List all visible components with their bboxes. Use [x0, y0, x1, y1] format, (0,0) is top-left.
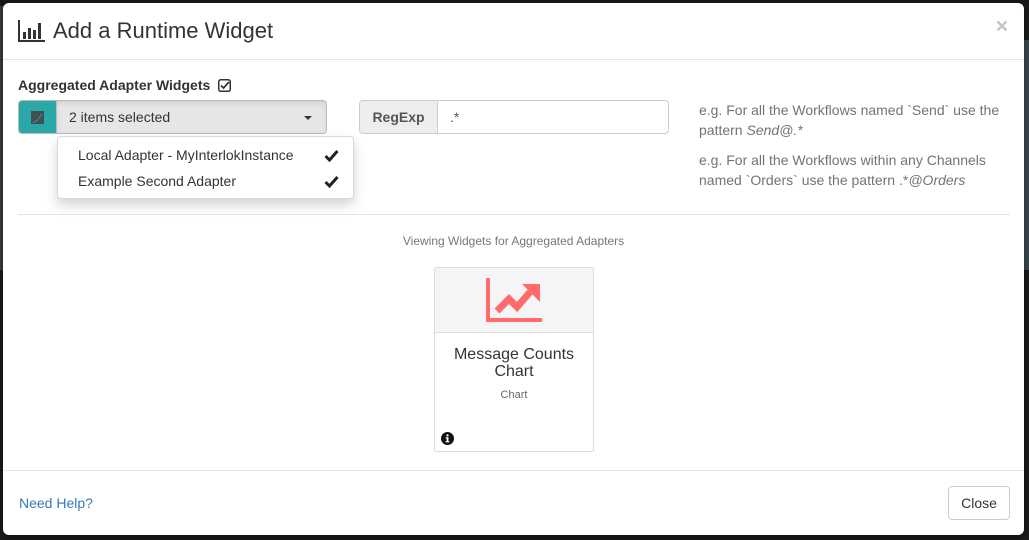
section-divider [18, 214, 1010, 215]
widget-card-message-counts-chart[interactable]: Message Counts Chart Chart [434, 267, 594, 452]
adapter-option-label: Local Adapter - MyInterlokInstance [78, 147, 294, 163]
modal-title-text: Add a Runtime Widget [53, 18, 274, 43]
viewing-widgets-label: Viewing Widgets for Aggregated Adapters [402, 234, 625, 248]
close-button[interactable]: Close [948, 486, 1010, 520]
help-example-1-text: e.g. For all the Workflows named `Send` … [699, 102, 1000, 138]
regexp-input[interactable] [438, 101, 668, 133]
widget-title: Message Counts Chart [453, 346, 575, 380]
adapter-icon [31, 110, 44, 124]
regexp-help-text: e.g. For all the Workflows named `Send` … [699, 100, 1015, 200]
close-icon[interactable]: × [996, 16, 1008, 37]
caret-down-icon [304, 116, 312, 120]
adapter-option-label: Example Second Adapter [78, 173, 236, 189]
check-square-icon[interactable] [218, 78, 232, 92]
modal-body: Aggregated Adapter Widgets 2 items selec… [3, 60, 1024, 470]
widget-type: Chart [500, 389, 528, 401]
adapter-dropdown-menu: Local Adapter - MyInterlokInstance Examp… [57, 136, 354, 199]
need-help-link[interactable]: Need Help? [19, 495, 93, 511]
modal-header: Add a Runtime Widget × [3, 3, 1024, 60]
adapter-select-button[interactable]: 2 items selected [57, 101, 326, 133]
info-circle-icon[interactable] [441, 432, 454, 445]
widget-card-icon-area [435, 268, 593, 333]
help-example-2: e.g. For all the Workflows within any Ch… [699, 150, 1015, 190]
add-widget-modal: Add a Runtime Widget × Aggregated Adapte… [3, 3, 1024, 535]
help-example-2-pattern: @Orders [908, 172, 966, 188]
aggregated-widgets-label-text: Aggregated Adapter Widgets [18, 77, 211, 93]
modal-title: Add a Runtime Widget [18, 17, 273, 45]
adapter-addon [19, 101, 57, 133]
aggregated-widgets-label: Aggregated Adapter Widgets [18, 77, 232, 93]
adapter-multiselect[interactable]: 2 items selected [18, 100, 327, 134]
adapter-option[interactable]: Example Second Adapter [58, 168, 353, 194]
help-example-1: e.g. For all the Workflows named `Send` … [699, 100, 1015, 140]
adapter-option[interactable]: Local Adapter - MyInterlokInstance [58, 142, 353, 168]
modal-footer: Need Help? Close [3, 470, 1024, 535]
regexp-input-group: RegExp [359, 100, 669, 134]
bar-chart-icon [18, 20, 45, 42]
help-example-1-pattern: Send@.* [746, 122, 803, 138]
regexp-label: RegExp [360, 101, 438, 133]
check-icon [324, 175, 339, 188]
line-chart-icon [486, 278, 542, 322]
help-example-2-pattern-prefix: .* [899, 172, 909, 188]
adapter-select-text: 2 items selected [69, 109, 171, 125]
check-icon [324, 149, 339, 162]
